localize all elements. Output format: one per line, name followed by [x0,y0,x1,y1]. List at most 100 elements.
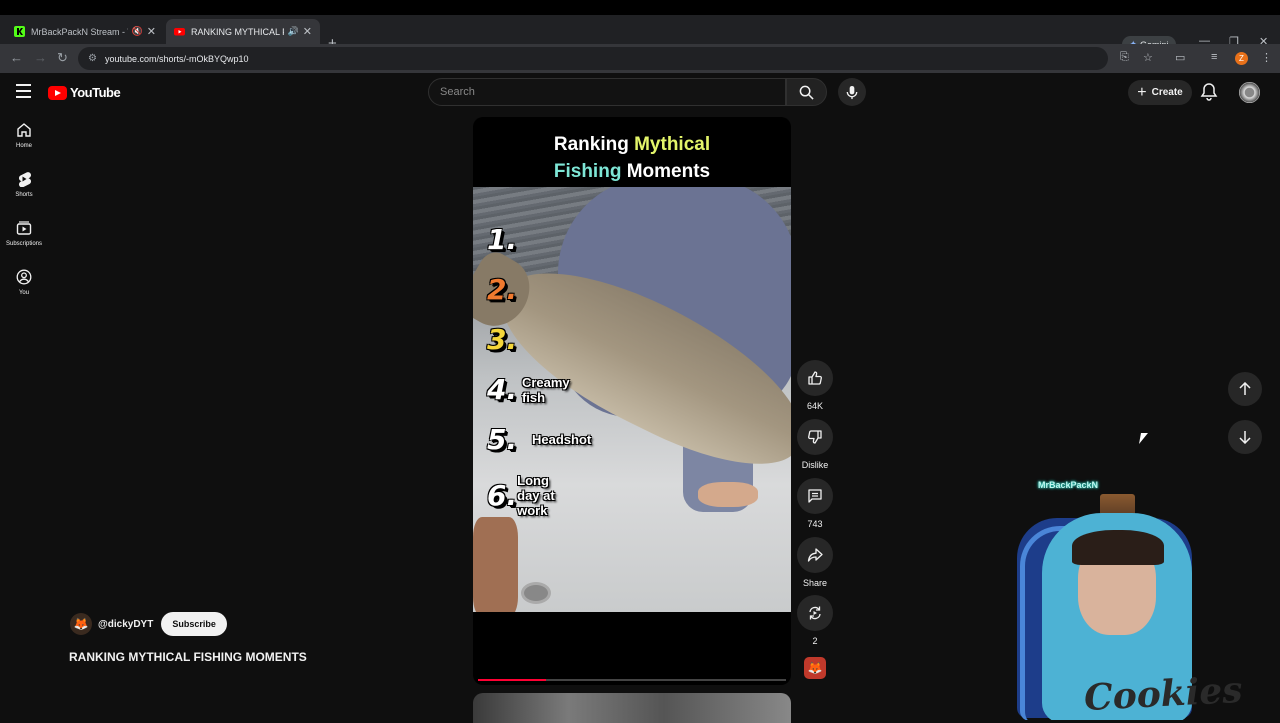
media-controls-icon[interactable]: ≡ [1211,51,1217,63]
video-title: RANKING MYTHICAL FISHING MOMENTS [69,650,307,664]
rank-row: 2. [487,273,532,306]
cast-icon[interactable]: ▭ [1175,51,1185,64]
microphone-icon [846,85,858,99]
comment-count: 743 [807,519,823,529]
shorts-video-player[interactable]: Ranking Mythical Fishing Moments 1. 2. 3… [473,117,791,685]
tab-audio-icon[interactable]: 🔊 [288,26,299,37]
next-short-button[interactable] [1228,420,1262,454]
thumbs-up-icon [808,371,822,385]
rank-number: 3. [487,323,518,356]
remix-icon [809,606,821,620]
comment-icon [808,489,822,503]
rank-row: 3. [487,323,532,356]
site-info-icon[interactable]: ⚙ [88,53,97,64]
back-icon[interactable]: ← [10,50,23,65]
install-app-icon[interactable]: ⎘ [1120,51,1129,64]
rank-number: 4. [487,373,518,406]
video-progress-bar[interactable] [478,679,786,681]
sidebar-item-you[interactable]: You [0,260,48,304]
rank-number: 6. [487,479,518,512]
boat-drain [521,582,551,604]
fox-avatar-icon: 🦊 [73,617,89,631]
title-highlight: Mythical [634,134,711,155]
remix-action: 2 [797,595,833,646]
sidebar-label: Home [15,142,32,149]
rank-number: 1. [487,223,518,256]
comments-action: 743 [797,478,833,529]
rank-row: 5. Headshot [487,423,591,456]
channel-name[interactable]: @dickyDYT [98,619,153,630]
channel-avatar[interactable]: 🦊 [70,613,92,635]
browser-profile-avatar[interactable]: Z [1235,52,1248,65]
reload-icon[interactable]: ↻ [57,50,68,66]
remix-button[interactable] [797,595,833,631]
hoodie-print: Cookies [1083,668,1244,720]
next-short-preview[interactable] [473,693,791,723]
remix-count: 2 [812,636,818,646]
video-overlay-title: Ranking Mythical Fishing Moments [473,131,791,185]
address-bar[interactable]: ⚙ youtube.com/shorts/-mOkBYQwp10 [78,47,1108,70]
dislike-label: Dislike [801,460,829,470]
rank-label: Long day at work [517,473,555,518]
search-box[interactable] [428,78,786,106]
dislike-button[interactable] [797,419,833,455]
tab-close-icon[interactable]: ✕ [303,25,312,38]
arrow-down-icon [1239,431,1251,444]
bell-icon [1200,83,1218,101]
subscribe-button[interactable]: Subscribe [161,612,227,636]
person-foot [698,482,758,507]
browser-tab-youtube[interactable]: RANKING MYTHICAL FISHIN 🔊 ✕ [166,19,320,44]
account-avatar[interactable] [1239,82,1260,103]
share-button[interactable] [797,537,833,573]
tab-close-icon[interactable]: ✕ [147,25,156,38]
subscriptions-icon [16,220,32,235]
share-action: Share [797,537,833,588]
sidebar-item-shorts[interactable]: Shorts [0,162,48,206]
streamer-name-tag: MrBackPackN [1038,480,1099,490]
dislike-action: Dislike [797,419,833,470]
youtube-header: YouTube + Create [0,73,1280,113]
sound-channel-thumbnail[interactable]: 🦊 [804,657,826,679]
bookmark-star-icon[interactable]: ☆ [1143,51,1153,64]
youtube-favicon-icon [174,28,185,36]
thumbs-down-icon [808,430,822,444]
comments-button[interactable] [797,478,833,514]
notifications-button[interactable] [1200,82,1218,101]
sidebar-item-subscriptions[interactable]: Subscriptions [0,211,48,255]
guide-menu-icon[interactable] [16,84,31,99]
chrome-menu-icon[interactable]: ⋮ [1261,51,1272,64]
rank-row: 6. Long day at work [487,473,564,518]
forward-icon[interactable]: → [34,50,47,65]
like-count: 64K [806,401,823,411]
voice-search-button[interactable] [838,78,866,106]
you-icon [16,269,32,284]
rank-label: Creamy fish [521,374,570,405]
youtube-play-icon [48,85,67,100]
search-input[interactable] [440,86,785,98]
youtube-logo-text: YouTube [70,85,121,100]
person-arm [473,517,518,612]
streamer-webcam-overlay: MrBackPackN Cookies [1012,478,1244,720]
title-highlight: Fishing [553,161,622,182]
browser-tab-bar: MrBackPackN Stream - Wat 🔇 ✕ RANKING MYT… [0,15,1280,53]
rank-number: 2. [487,273,518,306]
streamer-hair [1072,530,1164,565]
search-icon [799,85,814,100]
youtube-logo[interactable]: YouTube [48,85,121,100]
like-button[interactable] [797,360,833,396]
share-label: Share [802,578,828,588]
share-icon [807,548,823,562]
video-frame: 1. 2. 3. 4. Creamy fish 5. Headshot 6. L… [473,187,791,612]
search-button[interactable] [786,78,827,106]
mouse-cursor [1139,433,1148,444]
home-icon [17,122,31,137]
tab-muted-icon[interactable]: 🔇 [132,26,143,37]
like-action: 64K [797,360,833,411]
previous-short-button[interactable] [1228,372,1262,406]
create-button[interactable]: + Create [1128,80,1192,105]
sidebar-item-home[interactable]: Home [0,113,48,157]
browser-tab-kick-stream[interactable]: MrBackPackN Stream - Wat 🔇 ✕ [6,19,164,44]
rank-label: Headshot [532,432,592,447]
video-progress-fill [478,679,546,681]
channel-info: 🦊 @dickyDYT Subscribe [70,612,227,636]
